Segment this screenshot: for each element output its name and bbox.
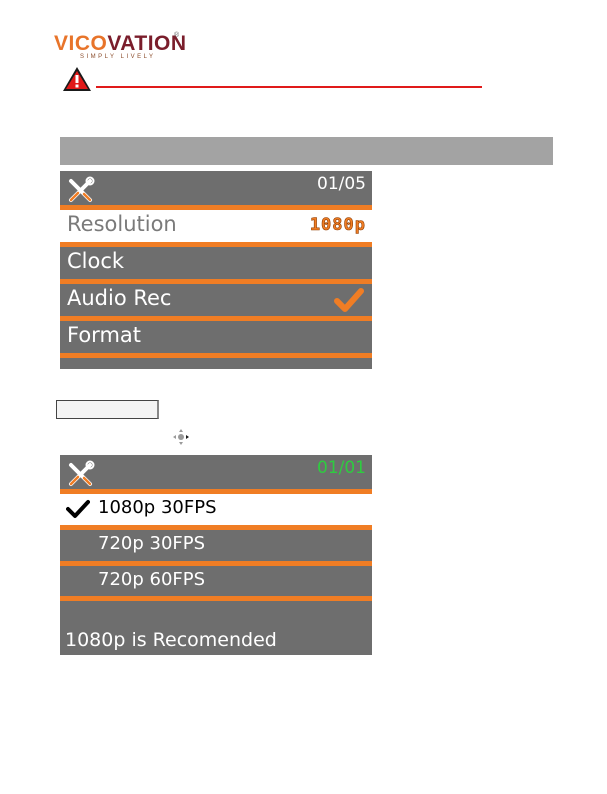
page-indicator: 01/01 bbox=[317, 458, 366, 478]
resolution-value: 1080p bbox=[309, 215, 366, 236]
page-indicator: 01/05 bbox=[317, 174, 366, 194]
logo-tagline: SIMPLY LIVELY bbox=[80, 54, 156, 60]
check-icon bbox=[334, 288, 364, 312]
dpad-icon bbox=[173, 429, 189, 445]
tools-icon bbox=[69, 176, 95, 202]
option-1080p-30fps[interactable]: 1080p 30FPS bbox=[60, 494, 372, 525]
option-label: 720p 30FPS bbox=[98, 533, 206, 554]
key-label-box bbox=[56, 400, 159, 419]
registered-mark: ® bbox=[174, 32, 180, 39]
section-header-bar bbox=[60, 137, 553, 165]
menu-item-label: Clock bbox=[67, 249, 125, 273]
option-label: 720p 60FPS bbox=[98, 569, 206, 590]
option-720p-30fps[interactable]: 720p 30FPS bbox=[60, 530, 372, 561]
vicovation-logo: VICOVATION ® SIMPLY LIVELY bbox=[54, 32, 187, 66]
check-icon bbox=[66, 500, 90, 518]
setup-menu-screen: 01/05 Resolution 1080p Clock Audio Rec F… bbox=[60, 171, 372, 369]
tools-icon bbox=[69, 460, 95, 486]
resolution-options-screen: 01/01 1080p 30FPS 720p 30FPS 720p 60FPS … bbox=[60, 455, 372, 655]
menu-item-clock[interactable]: Clock bbox=[60, 247, 372, 279]
menu-item-label: Audio Rec bbox=[67, 286, 172, 310]
logo-wordmark: VICOVATION bbox=[54, 32, 187, 55]
menu-item-resolution[interactable]: Resolution 1080p bbox=[60, 210, 372, 242]
warning-icon bbox=[63, 67, 91, 91]
menu-separator bbox=[60, 353, 372, 358]
menu-item-label: Resolution bbox=[67, 212, 177, 236]
menu-header: 01/05 bbox=[60, 171, 372, 205]
option-label: 1080p 30FPS bbox=[98, 497, 217, 518]
option-720p-60fps[interactable]: 720p 60FPS bbox=[60, 566, 372, 597]
recommendation-note: 1080p is Recomended bbox=[65, 629, 277, 651]
menu-separator bbox=[60, 596, 372, 601]
warning-divider bbox=[96, 86, 482, 88]
menu-header: 01/01 bbox=[60, 455, 372, 489]
menu-item-audio-rec[interactable]: Audio Rec bbox=[60, 284, 372, 316]
menu-item-label: Format bbox=[67, 323, 142, 347]
menu-item-format[interactable]: Format bbox=[60, 321, 372, 353]
